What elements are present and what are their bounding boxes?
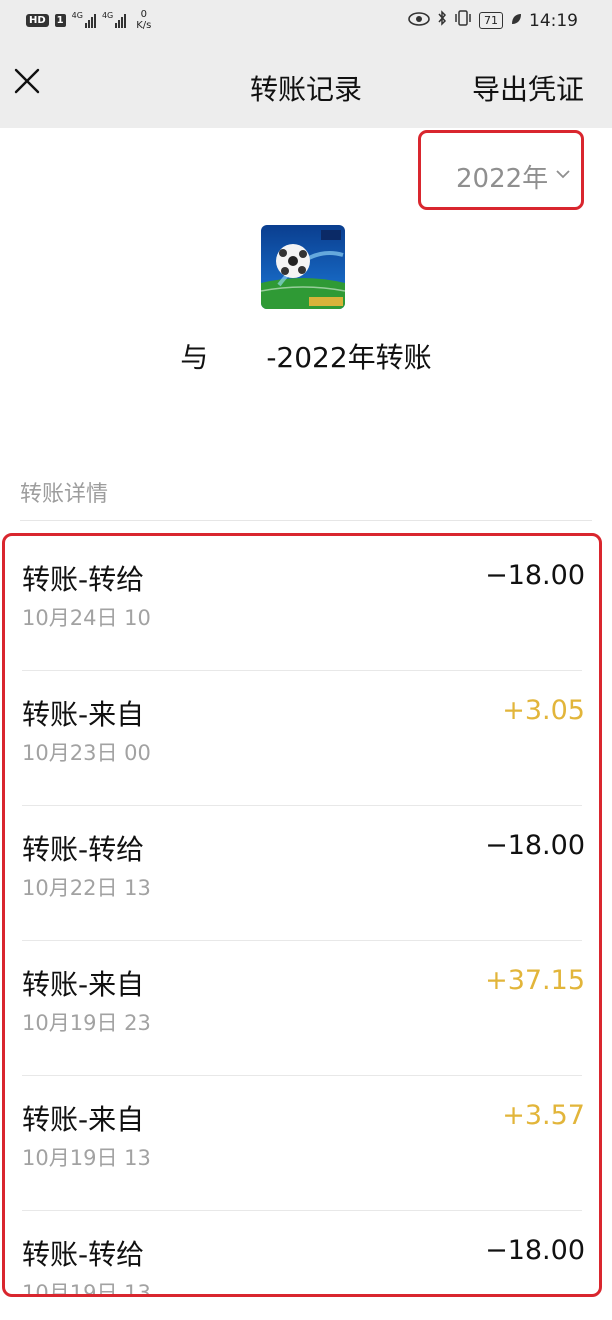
network-speed-value: 0 xyxy=(140,9,147,20)
export-voucher-button[interactable]: 导出凭证 xyxy=(472,68,584,108)
sim-badge: 1 xyxy=(54,13,66,27)
transaction-date: 10月23日 00 xyxy=(22,741,151,765)
network-speed-unit: K/s xyxy=(136,20,152,31)
transaction-date: 10月22日 13 xyxy=(22,876,151,900)
status-right: 71 14:19 xyxy=(408,10,578,31)
eye-icon xyxy=(408,11,430,31)
status-bar: HD 1 4G 4G 0 K/s 71 14:19 xyxy=(0,0,612,44)
transaction-title: 转账-转给 xyxy=(22,833,145,866)
transaction-row[interactable]: 转账-转给 10月22日 13 −18.00 xyxy=(5,806,599,941)
transaction-amount: +3.05 xyxy=(502,695,585,726)
transaction-date: 10月19日 13 xyxy=(22,1146,151,1170)
contact-avatar xyxy=(261,225,345,309)
transaction-title: 转账-转给 xyxy=(22,1238,145,1271)
navigation-bar: 转账记录 导出凭证 xyxy=(0,44,612,128)
transaction-amount: +37.15 xyxy=(485,965,585,996)
transaction-amount: −18.00 xyxy=(485,560,585,591)
headline-suffix: -2022年转账 xyxy=(266,341,432,374)
network-type-label-2: 4G xyxy=(101,11,114,20)
signal-icon-2: 4G xyxy=(101,11,127,28)
leaf-icon xyxy=(510,11,522,31)
signal-icon: 4G xyxy=(72,12,96,28)
transaction-title: 转账-来自 xyxy=(22,968,145,1001)
hd-badge: HD xyxy=(26,13,49,27)
transaction-row[interactable]: 转账-来自 10月19日 23 +37.15 xyxy=(5,941,599,1076)
transaction-amount: −18.00 xyxy=(485,830,585,861)
headline-prefix: 与 xyxy=(180,341,209,374)
transaction-amount: +3.57 xyxy=(502,1100,585,1131)
vibrate-icon xyxy=(454,10,472,31)
clock-time: 14:19 xyxy=(529,10,578,31)
network-speed: 0 K/s xyxy=(136,9,151,31)
year-filter-dropdown[interactable]: 2022年 xyxy=(456,158,548,195)
transaction-title: 转账-来自 xyxy=(22,1103,145,1136)
section-divider xyxy=(20,520,592,521)
transaction-row[interactable]: 转账-来自 10月23日 00 +3.05 xyxy=(5,671,599,806)
transaction-date: 10月19日 23 xyxy=(22,1011,151,1035)
transaction-list-highlight: 转账-转给 10月24日 10 −18.00 转账-来自 10月23日 00 +… xyxy=(2,533,602,1297)
bluetooth-icon xyxy=(437,10,447,31)
transaction-row[interactable]: 转账-转给 10月24日 10 −18.00 xyxy=(5,536,599,671)
status-left: HD 1 4G 4G 0 K/s xyxy=(26,9,151,31)
transaction-title: 转账-转给 xyxy=(22,563,145,596)
network-type-label: 4G xyxy=(71,11,83,20)
chevron-down-icon[interactable] xyxy=(555,169,571,179)
transaction-title: 转账-来自 xyxy=(22,698,145,731)
transaction-row[interactable]: 转账-转给 10月19日 13 −18.00 xyxy=(5,1211,599,1297)
transaction-amount: −18.00 xyxy=(485,1235,585,1266)
section-label: 转账详情 xyxy=(20,482,109,507)
transaction-row[interactable]: 转账-来自 10月19日 13 +3.57 xyxy=(5,1076,599,1211)
transaction-date: 10月19日 13 xyxy=(22,1281,151,1297)
transaction-date: 10月24日 10 xyxy=(22,606,151,630)
transfer-headline: 与 -2022年转账 xyxy=(0,336,612,376)
transaction-list: 转账-转给 10月24日 10 −18.00 转账-来自 10月23日 00 +… xyxy=(5,536,599,1297)
battery-indicator: 71 xyxy=(479,12,503,29)
